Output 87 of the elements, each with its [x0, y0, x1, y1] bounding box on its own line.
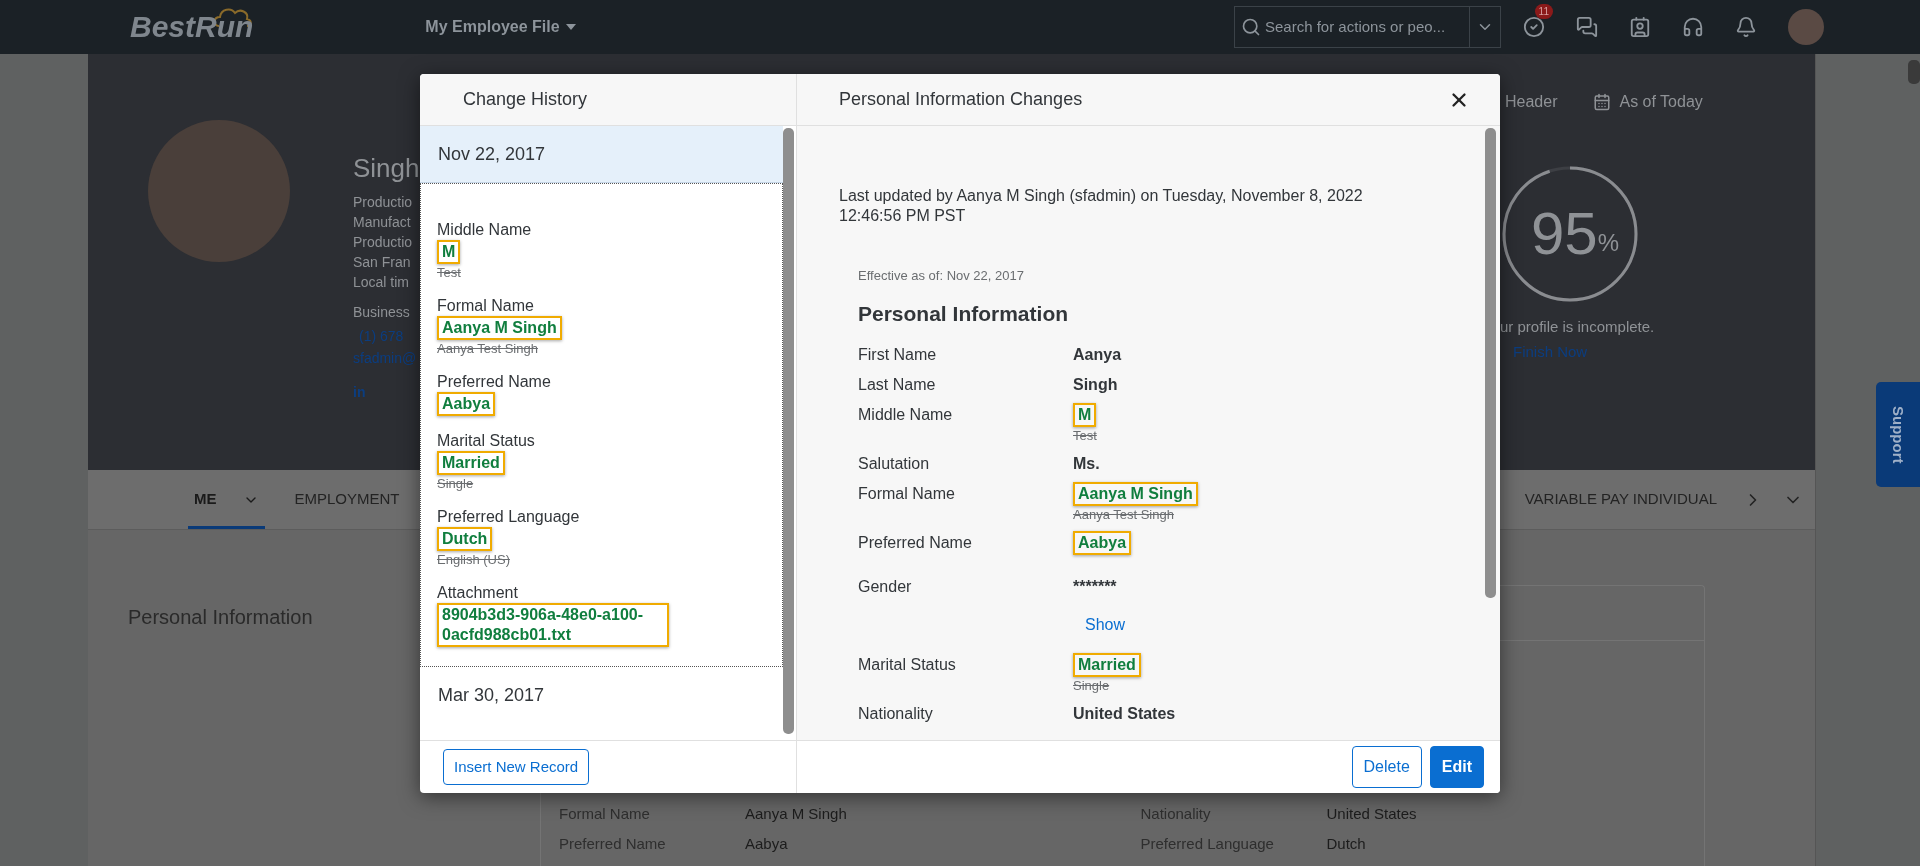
field-value: Singh: [1073, 375, 1118, 395]
dialog-button[interactable]: Delete: [1351, 746, 1422, 788]
field-value: Aabya: [745, 833, 788, 854]
completion-value: 95: [1530, 204, 1598, 264]
effective-date: Effective as of: Nov 22, 2017: [858, 267, 1025, 285]
notification-badge: 11: [1534, 4, 1553, 19]
bell-icon[interactable]: [1735, 16, 1757, 38]
field-label: Salutation: [858, 454, 931, 474]
as-of-date[interactable]: As of Today: [1619, 90, 1703, 114]
chat-icon[interactable]: [1576, 16, 1598, 38]
caret-icon: [565, 24, 576, 30]
highlighted-value: Married: [1073, 653, 1141, 677]
highlighted-value: Aanya M Singh: [1073, 482, 1198, 506]
highlighted-value: 8904b3d3-906a-48e0-a100-0acfd988cb01.txt: [437, 603, 669, 647]
profile-detail: Manufact: [353, 213, 412, 232]
highlighted-value: M: [1073, 403, 1097, 427]
profile-detail: Productio: [353, 233, 414, 252]
field-label: Formal Name: [858, 484, 956, 504]
profile-detail: Productio: [353, 193, 414, 212]
headset-icon[interactable]: [1682, 16, 1704, 38]
highlighted-value: Aabya: [437, 392, 496, 416]
field-label: Preferred Name: [559, 833, 667, 854]
change-label: Preferred Name: [437, 372, 552, 392]
show-link[interactable]: Show: [1085, 613, 1126, 637]
search-icon: [1241, 17, 1261, 37]
previous-value: Aanya Test Singh: [1073, 506, 1174, 523]
field-value: Dutch: [1326, 833, 1366, 854]
header-toggle[interactable]: Header: [1505, 90, 1558, 114]
change-label: Attachment: [437, 583, 519, 603]
field-value: Aanya M Singh: [745, 803, 847, 824]
highlighted-value: Married: [437, 451, 505, 475]
contact-card-icon[interactable]: [1629, 16, 1651, 38]
section-heading: Personal Information: [858, 300, 1070, 327]
change-label: Middle Name: [437, 220, 533, 240]
field-value: United States: [1326, 803, 1417, 824]
profile-detail: San Fran: [353, 253, 412, 272]
highlighted-value: Aabya: [1073, 531, 1132, 555]
field-label: Marital Status: [858, 655, 957, 675]
field-label: Preferred Language: [1140, 833, 1275, 854]
last-updated-text: Last updated by Aanya M Singh (sfadmin) on Tuesday, November 8, 2022 12:46:56 PM PST: [839, 186, 1364, 226]
scrollbar[interactable]: [1485, 128, 1496, 598]
field-value: Ms.: [1073, 454, 1100, 474]
calendar-icon: [1593, 93, 1612, 111]
previous-value: Aanya Test Singh: [437, 340, 539, 357]
previous-value: Test: [1073, 427, 1097, 444]
field-label: Gender: [858, 577, 913, 597]
support-tab[interactable]: Support: [1876, 382, 1920, 487]
scrollbar[interactable]: [783, 128, 794, 734]
tab[interactable]: EMPLOYMENT: [288, 470, 406, 529]
change-label: Formal Name: [437, 296, 535, 316]
field-label: Formal Name: [559, 803, 651, 824]
field-label: Nationality: [858, 704, 934, 724]
field-label: Nationality: [1140, 803, 1212, 824]
profile-detail: Local tim: [353, 273, 411, 292]
insert-new-record-button[interactable]: Insert New Record: [443, 749, 590, 785]
logo[interactable]: BestRun: [130, 10, 254, 44]
field-label: Middle Name: [858, 405, 954, 425]
scrollbar[interactable]: [1908, 60, 1920, 84]
field-value: Aanya: [1073, 345, 1122, 365]
highlighted-value: Aanya M Singh: [437, 316, 562, 340]
field-label: Preferred Name: [858, 533, 973, 553]
previous-value: Single: [1073, 677, 1110, 694]
menu-dropdown[interactable]: My Employee File: [425, 15, 576, 39]
dialog-button[interactable]: Edit: [1429, 746, 1484, 788]
search-field[interactable]: Search for actions or peo...: [1265, 15, 1460, 39]
highlighted-value: Dutch: [437, 527, 493, 551]
todo-icon[interactable]: [1523, 16, 1545, 38]
completion-unit: %: [1597, 229, 1620, 258]
change-label: Preferred Language: [437, 507, 581, 527]
previous-value: Test: [437, 264, 462, 281]
highlighted-value: M: [437, 240, 461, 264]
field-label: Last Name: [858, 375, 937, 395]
tab[interactable]: VARIABLE PAY INDIVIDUAL: [1518, 470, 1723, 529]
history-entry[interactable]: Nov 22, 2017: [420, 126, 783, 183]
section-title: Personal Information: [128, 606, 313, 628]
employee-name: Singh: [353, 152, 419, 184]
field-value: *******: [1073, 577, 1117, 597]
search-box[interactable]: Search for actions or peo...: [1234, 6, 1501, 48]
field-value: United States: [1073, 704, 1176, 724]
previous-value: English (US): [437, 551, 511, 568]
field-label: First Name: [858, 345, 938, 365]
profile-detail: Business: [353, 303, 411, 322]
change-label: Marital Status: [437, 431, 536, 451]
completion-message: ur profile is incomplete.: [1500, 317, 1656, 337]
panel-title: Change History: [463, 88, 588, 111]
dialog-title: Personal Information Changes: [839, 88, 1083, 111]
previous-value: Single: [437, 475, 475, 492]
